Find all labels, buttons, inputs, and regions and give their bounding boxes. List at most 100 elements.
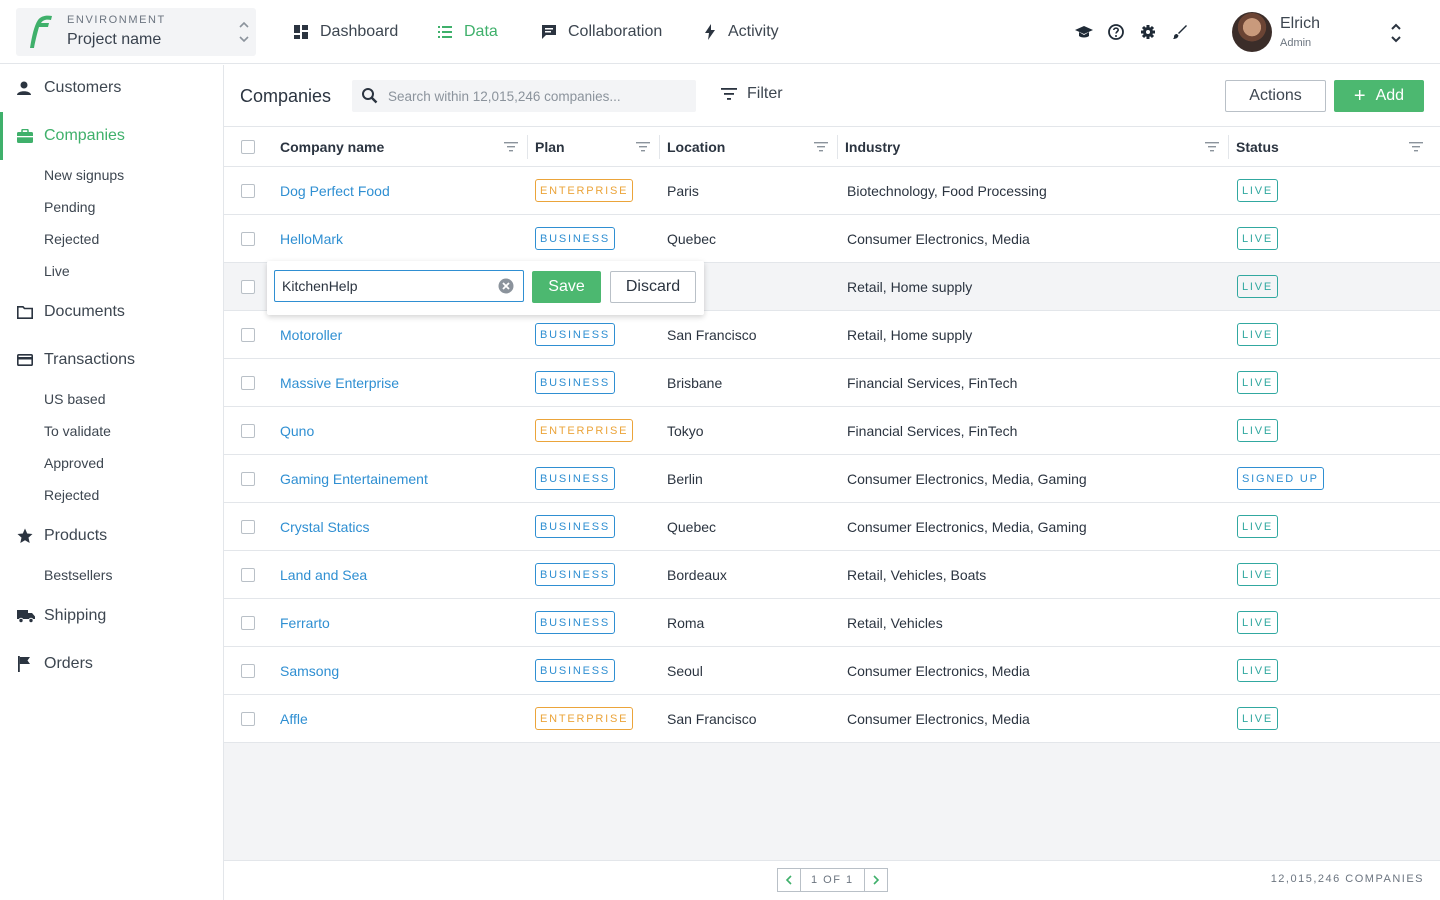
row-checkbox[interactable] [241, 520, 255, 534]
actions-button[interactable]: Actions [1225, 80, 1326, 112]
company-link[interactable]: Quno [280, 423, 314, 439]
row-checkbox[interactable] [241, 712, 255, 726]
column-filter-icon[interactable] [1205, 141, 1219, 153]
company-name-edit-input[interactable] [282, 271, 492, 301]
row-checkbox[interactable] [241, 328, 255, 342]
column-filter-icon[interactable] [1409, 141, 1423, 153]
status-badge: LIVE [1237, 371, 1279, 394]
nav-activity[interactable]: Activity [704, 20, 779, 44]
company-link[interactable]: Samsong [280, 663, 339, 679]
sidebar-subitem-pending[interactable]: Pending [44, 199, 95, 215]
company-link[interactable]: Crystal Statics [280, 519, 369, 535]
table-row[interactable]: Gaming Entertainement BUSINESS Berlin Consu… [224, 455, 1440, 503]
column-header-plan[interactable]: Plan [535, 127, 565, 167]
cell-company-name: Samsong [280, 647, 339, 694]
company-link[interactable]: Ferrarto [280, 615, 330, 631]
row-checkbox[interactable] [241, 184, 255, 198]
folder-icon [17, 305, 33, 319]
inline-edit-field[interactable] [274, 270, 524, 302]
environment-selector[interactable]: ENVIRONMENT Project name [16, 8, 256, 56]
table-row[interactable]: Motoroller BUSINESS San Francisco Retail, H… [224, 311, 1440, 359]
nav-data[interactable]: Data [438, 20, 498, 44]
plan-badge: BUSINESS [535, 659, 616, 682]
save-button[interactable]: Save [532, 271, 601, 303]
company-link[interactable]: Dog Perfect Food [280, 183, 390, 199]
top-bar: ENVIRONMENT Project name Dashboard Data … [0, 0, 1440, 64]
row-checkbox[interactable] [241, 664, 255, 678]
chevron-updown-icon[interactable] [1389, 22, 1403, 44]
company-link[interactable]: HelloMark [280, 231, 343, 247]
status-badge: LIVE [1237, 707, 1279, 730]
sidebar-subitem-new-signups[interactable]: New signups [44, 167, 124, 183]
nav-dashboard[interactable]: Dashboard [294, 20, 398, 44]
column-filter-icon[interactable] [814, 141, 828, 153]
company-link[interactable]: Massive Enterprise [280, 375, 399, 391]
table-row[interactable]: Ferrarto BUSINESS Roma Retail, Vehicles LIVE [224, 599, 1440, 647]
column-header-industry[interactable]: Industry [845, 127, 900, 167]
sidebar-item-documents[interactable]: Documents [0, 298, 223, 326]
select-all-checkbox[interactable] [241, 140, 255, 154]
next-page-button[interactable] [863, 868, 888, 892]
graduation-cap-icon[interactable] [1074, 22, 1094, 42]
clear-icon[interactable] [498, 278, 514, 294]
brush-icon[interactable] [1170, 22, 1190, 42]
sidebar-item-products[interactable]: Products [0, 522, 223, 550]
page-title: Companies [240, 86, 332, 106]
column-filter-icon[interactable] [636, 141, 650, 153]
table-row[interactable]: Samsong BUSINESS Seoul Consumer Electronics… [224, 647, 1440, 695]
cell-location: Bordeaux [667, 566, 727, 583]
table-row[interactable]: Affle ENTERPRISE San Francisco Consumer Ele… [224, 695, 1440, 743]
cell-location: Quebec [667, 518, 717, 535]
help-icon[interactable] [1106, 22, 1126, 42]
nav-collaboration[interactable]: Collaboration [542, 20, 662, 44]
column-header-status[interactable]: Status [1236, 127, 1279, 167]
row-checkbox[interactable] [241, 376, 255, 390]
sidebar-item-transactions[interactable]: Transactions [0, 346, 223, 374]
user-role: Admin [1280, 37, 1312, 49]
company-link[interactable]: Motoroller [280, 327, 342, 343]
sidebar-subitem-rejected[interactable]: Rejected [44, 487, 99, 503]
gear-icon[interactable] [1138, 22, 1158, 42]
column-header-company-name[interactable]: Company name [280, 127, 384, 167]
row-checkbox[interactable] [241, 424, 255, 438]
search-input[interactable] [388, 80, 688, 112]
row-checkbox[interactable] [241, 568, 255, 582]
cell-company-name: Dog Perfect Food [280, 167, 390, 214]
filter-button[interactable]: Filter [721, 85, 783, 103]
row-checkbox[interactable] [241, 472, 255, 486]
sidebar-item-orders[interactable]: Orders [0, 650, 223, 678]
sidebar-item-customers[interactable]: Customers [0, 74, 223, 102]
sidebar-subitem-approved[interactable]: Approved [44, 455, 104, 471]
table-row[interactable]: HelloMark BUSINESS Quebec Consumer Electron… [224, 215, 1440, 263]
table-row[interactable]: Dog Perfect Food ENTERPRISE Paris Biotechno… [224, 167, 1440, 215]
search-box[interactable] [352, 80, 696, 112]
sidebar-item-companies[interactable]: Companies [0, 112, 223, 160]
sidebar-subitem-rejected[interactable]: Rejected [44, 231, 99, 247]
table-row[interactable]: Land and Sea BUSINESS Bordeaux Retail, Vehi… [224, 551, 1440, 599]
table-row[interactable]: Massive Enterprise BUSINESS Brisbane Financ… [224, 359, 1440, 407]
table-row[interactable]: Crystal Statics BUSINESS Quebec Consumer El… [224, 503, 1440, 551]
cell-company-name: Motoroller [280, 311, 342, 358]
column-header-location[interactable]: Location [667, 127, 725, 167]
sidebar-subitem-us-based[interactable]: US based [44, 391, 105, 407]
company-link[interactable]: Land and Sea [280, 567, 367, 583]
table-row[interactable]: Quno ENTERPRISE Tokyo Financial Services, F… [224, 407, 1440, 455]
row-checkbox[interactable] [241, 280, 255, 294]
sidebar-subitem-bestsellers[interactable]: Bestsellers [44, 567, 112, 583]
sidebar-subitem-live[interactable]: Live [44, 263, 70, 279]
row-checkbox[interactable] [241, 232, 255, 246]
plan-badge: BUSINESS [535, 611, 616, 634]
row-checkbox[interactable] [241, 616, 255, 630]
avatar[interactable] [1232, 12, 1272, 52]
discard-button[interactable]: Discard [610, 271, 696, 303]
cell-status: LIVE [1237, 599, 1279, 646]
plan-badge: BUSINESS [535, 467, 616, 490]
sidebar-subitem-to-validate[interactable]: To validate [44, 423, 111, 439]
company-link[interactable]: Gaming Entertainement [280, 471, 428, 487]
previous-page-button[interactable] [777, 868, 801, 892]
column-filter-icon[interactable] [504, 141, 518, 153]
add-button[interactable]: + Add [1334, 80, 1424, 112]
cell-plan: BUSINESS [535, 311, 616, 358]
sidebar-item-shipping[interactable]: Shipping [0, 602, 223, 630]
company-link[interactable]: Affle [280, 711, 308, 727]
